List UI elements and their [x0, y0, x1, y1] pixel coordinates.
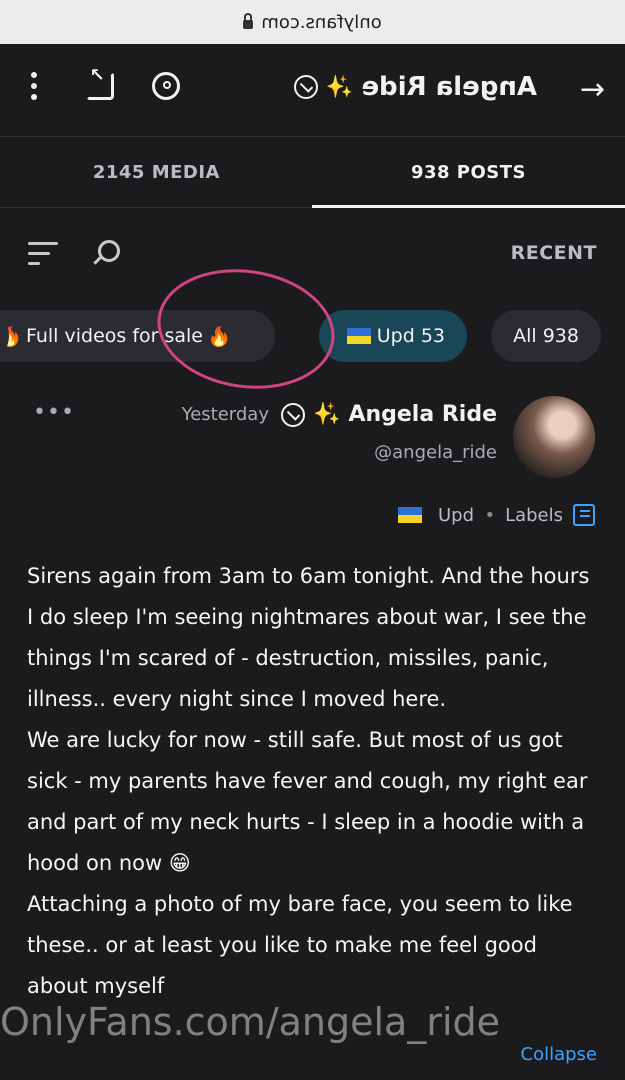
post-more-icon[interactable]: •••: [32, 400, 74, 425]
post-author[interactable]: Angela Ride ✨: [281, 402, 497, 427]
gear-icon: [152, 72, 180, 100]
header-actions: [18, 70, 182, 102]
tab-media-label: 2145 MEDIA: [92, 161, 220, 183]
browser-url-bar[interactable]: onlyfans.com: [0, 0, 625, 44]
collapse-label: Collapse: [520, 1044, 598, 1065]
sparkles-emoji: ✨: [313, 402, 341, 427]
filter-row: RECENT: [0, 226, 625, 286]
more-menu-button[interactable]: [18, 70, 50, 102]
tab-posts[interactable]: 938 POSTS: [313, 137, 625, 207]
url-text: onlyfans.com: [261, 11, 382, 33]
tab-posts-label: 938 POSTS: [411, 161, 527, 183]
chip-all[interactable]: All 938: [491, 310, 601, 362]
profile-tabs: 938 POSTS 2145 MEDIA: [0, 137, 625, 208]
chip-upd-content: Upd 53: [377, 325, 445, 347]
separator-dot: •: [484, 504, 496, 526]
sparkles-emoji: ✨: [326, 74, 354, 100]
avatar[interactable]: [513, 396, 595, 478]
label-tag: Upd: [438, 504, 475, 526]
sort-icon[interactable]: [28, 240, 58, 268]
ukraine-flag-icon: [398, 507, 423, 523]
labels-title: Labels: [505, 504, 563, 526]
search-icon[interactable]: [96, 240, 120, 264]
post-paragraph: Attaching a photo of my bare face, you s…: [27, 892, 573, 998]
back-arrow-icon[interactable]: ←: [580, 72, 605, 107]
ukraine-flag-icon: [346, 328, 371, 344]
post-header: Angela Ride ✨ @angela_ride Yesterday •••: [0, 396, 625, 486]
settings-button[interactable]: [150, 70, 182, 102]
chip-upd-label: Upd 53: [376, 325, 445, 347]
post-timestamp: Yesterday: [182, 404, 269, 425]
post-timestamp-text: Yesterday: [182, 404, 270, 425]
chip-all-label: All 938: [513, 325, 579, 347]
share-button[interactable]: [84, 70, 116, 102]
post-paragraph: Sirens again from 3am to 6am tonight. An…: [27, 564, 590, 711]
post-handle-text: @angela_ride: [374, 442, 497, 463]
post-text-inner: Sirens again from 3am to 6am tonight. An…: [27, 556, 597, 1007]
post-handle[interactable]: @angela_ride: [374, 442, 497, 463]
sort-label[interactable]: RECENT: [511, 242, 597, 264]
post-text: Sirens again from 3am to 6am tonight. An…: [27, 556, 597, 1007]
tab-media[interactable]: 2145 MEDIA: [0, 137, 313, 207]
post-labels[interactable]: Labels • Upd: [392, 504, 595, 526]
more-vertical-icon: [31, 72, 37, 100]
lock-icon: [243, 19, 254, 29]
watermark: OnlyFans.com/angela_ride: [0, 1000, 501, 1044]
page-title: Angela Ride ✨: [294, 72, 537, 102]
chip-upd[interactable]: Upd 53: [318, 310, 467, 362]
collapse-link[interactable]: Collapse: [521, 1044, 598, 1065]
verified-icon: [281, 402, 306, 427]
page-title-text: Angela Ride: [361, 72, 537, 102]
labels-icon: [573, 504, 595, 526]
profile-header: ← Angela Ride ✨: [0, 44, 625, 137]
share-icon: [86, 72, 114, 100]
post-author-name: Angela Ride: [348, 402, 497, 427]
post-paragraph: We are lucky for now - still safe. But m…: [27, 728, 588, 875]
verified-icon: [294, 75, 319, 99]
app-screen: onlyfans.com ← Angela Ride ✨ 938 POSTS 2…: [0, 0, 625, 1080]
